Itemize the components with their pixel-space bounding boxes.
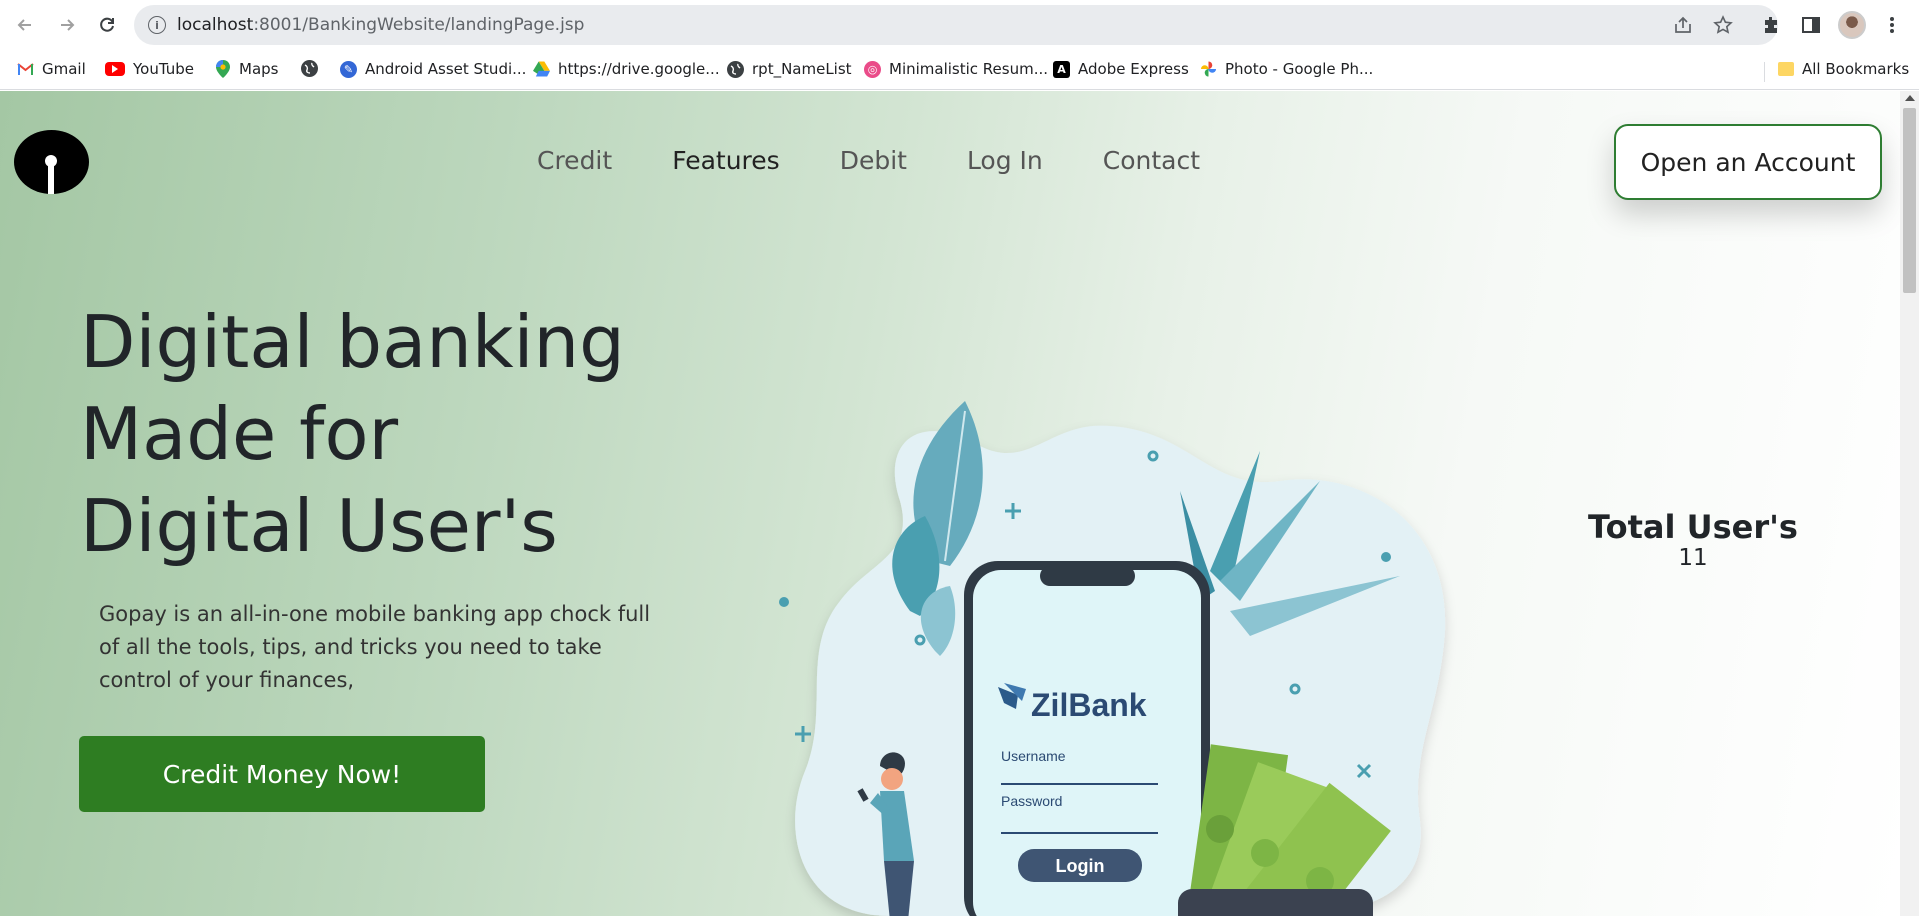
adobe-express-icon: A bbox=[1053, 60, 1070, 78]
profile-avatar[interactable] bbox=[1838, 11, 1866, 39]
bookmark-label: https://drive.google... bbox=[558, 60, 720, 78]
phone-illustration: ZilBank Username Password Login bbox=[964, 561, 1210, 916]
hero-description: Gopay is an all-in-one mobile banking ap… bbox=[99, 602, 651, 692]
bookmark-label: Android Asset Studi... bbox=[365, 60, 527, 78]
google-photos-icon bbox=[1200, 61, 1217, 78]
back-arrow-icon bbox=[17, 19, 31, 31]
bookmark-star-icon[interactable] bbox=[1712, 14, 1734, 36]
bookmark-label: Maps bbox=[239, 60, 279, 78]
main-nav: Credit Features Debit Log In Contact bbox=[537, 146, 1260, 175]
nav-debit[interactable]: Debit bbox=[840, 146, 907, 175]
wallet-illustration bbox=[1178, 889, 1373, 916]
bookmark-label: rpt_NameList bbox=[752, 60, 852, 78]
dribbble-icon: ◎ bbox=[864, 60, 881, 78]
bookmark-google-photos[interactable]: Photo - Google Ph... bbox=[1200, 60, 1373, 78]
bookmark-label: Adobe Express bbox=[1078, 60, 1189, 78]
reload-icon bbox=[100, 17, 114, 32]
side-panel-icon[interactable] bbox=[1799, 13, 1823, 37]
hero-title: Digital banking Made for Digital User's bbox=[80, 296, 625, 572]
url-host: localhost bbox=[177, 15, 254, 35]
back-button[interactable] bbox=[10, 10, 40, 40]
address-bar[interactable]: i localhost:8001/BankingWebsite/landingP… bbox=[134, 5, 1778, 45]
url-text[interactable]: localhost:8001/BankingWebsite/landingPag… bbox=[177, 15, 584, 35]
hero-title-line: Digital User's bbox=[80, 484, 558, 568]
bank-logo[interactable] bbox=[14, 130, 89, 194]
bookmark-globe[interactable] bbox=[301, 60, 318, 77]
total-users-count: 11 bbox=[1678, 545, 1708, 571]
phone-login-label: Login bbox=[1056, 856, 1105, 876]
landing-page: Credit Features Debit Log In Contact Ope… bbox=[0, 91, 1900, 916]
bookmark-label: Minimalistic Resum... bbox=[889, 60, 1049, 78]
forward-button[interactable] bbox=[52, 10, 82, 40]
bookmark-label: YouTube bbox=[133, 60, 194, 78]
dot-decoration bbox=[1381, 552, 1391, 562]
extensions-icon[interactable] bbox=[1759, 13, 1783, 37]
total-users-title: Total User's bbox=[1588, 508, 1798, 546]
phone-username-label: Username bbox=[1001, 748, 1066, 764]
nav-features[interactable]: Features bbox=[672, 146, 780, 175]
folder-icon bbox=[1778, 62, 1794, 76]
maps-icon bbox=[214, 60, 231, 78]
bookmarks-bar: Gmail YouTube Maps ✎ Android Asset Studi… bbox=[0, 50, 1919, 90]
hero-title-line: Made for bbox=[80, 392, 399, 476]
globe-icon bbox=[301, 60, 318, 77]
site-info-icon[interactable]: i bbox=[148, 16, 166, 34]
bookmark-maps[interactable]: Maps bbox=[214, 60, 278, 78]
bookmark-rpt-namelist[interactable]: rpt_NameList bbox=[727, 60, 852, 78]
dot-decoration bbox=[779, 597, 789, 607]
menu-kebab-icon[interactable] bbox=[1880, 13, 1904, 37]
nav-contact[interactable]: Contact bbox=[1103, 146, 1200, 175]
google-drive-icon bbox=[533, 61, 550, 78]
bookmark-label: Gmail bbox=[42, 60, 86, 78]
phone-password-label: Password bbox=[1001, 793, 1062, 809]
phone-brand: ZilBank bbox=[1031, 687, 1147, 723]
bookmark-label: Photo - Google Ph... bbox=[1225, 60, 1374, 78]
url-path: :8001/BankingWebsite/landingPage.jsp bbox=[253, 15, 585, 35]
nav-log-in[interactable]: Log In bbox=[967, 146, 1043, 175]
scrollbar-thumb[interactable] bbox=[1903, 108, 1916, 293]
page-scrollbar[interactable] bbox=[1900, 91, 1919, 916]
scroll-up-arrow-icon[interactable] bbox=[1905, 95, 1915, 101]
android-asset-studio-icon: ✎ bbox=[340, 60, 357, 78]
all-bookmarks-folder[interactable]: All Bookmarks bbox=[1778, 60, 1909, 78]
bookmark-minimalistic-resume[interactable]: ◎ Minimalistic Resum... bbox=[864, 60, 1048, 78]
bookmark-gmail[interactable]: Gmail bbox=[17, 60, 86, 78]
forward-arrow-icon bbox=[61, 19, 75, 31]
bookmark-adobe-express[interactable]: A Adobe Express bbox=[1053, 60, 1189, 78]
globe-icon bbox=[727, 60, 744, 78]
total-users-stat: Total User's 11 bbox=[1560, 508, 1826, 570]
banking-illustration: ZilBank Username Password Login bbox=[779, 401, 1446, 916]
all-bookmarks-label: All Bookmarks bbox=[1802, 60, 1910, 78]
share-icon[interactable] bbox=[1672, 14, 1694, 36]
browser-toolbar: i localhost:8001/BankingWebsite/landingP… bbox=[0, 0, 1919, 50]
bookmark-youtube[interactable]: YouTube bbox=[105, 60, 194, 78]
open-account-button[interactable]: Open an Account bbox=[1614, 124, 1882, 200]
bookmarks-divider bbox=[1764, 62, 1765, 82]
youtube-icon bbox=[105, 62, 125, 76]
gmail-icon bbox=[17, 60, 34, 78]
credit-money-button[interactable]: Credit Money Now! bbox=[79, 736, 485, 812]
nav-credit[interactable]: Credit bbox=[537, 146, 612, 175]
hero-title-line: Digital banking bbox=[80, 300, 625, 384]
bookmark-android-asset-studio[interactable]: ✎ Android Asset Studi... bbox=[340, 60, 526, 78]
bookmark-google-drive[interactable]: https://drive.google... bbox=[533, 60, 720, 78]
reload-button[interactable] bbox=[92, 10, 122, 40]
